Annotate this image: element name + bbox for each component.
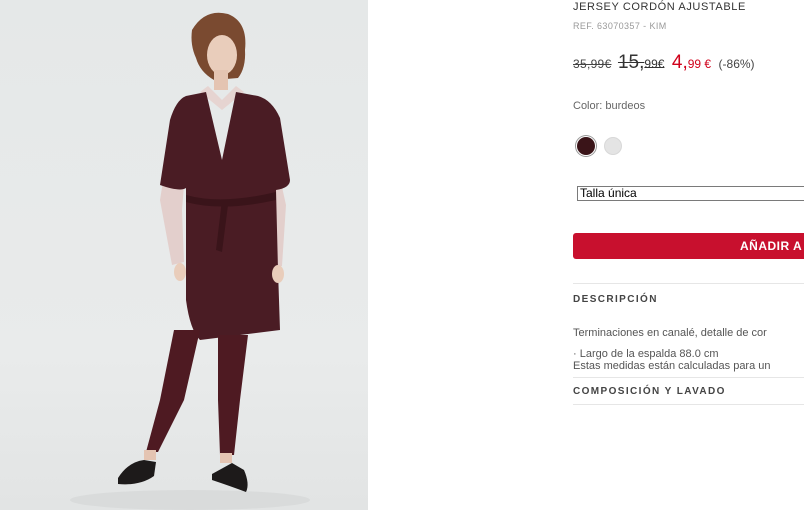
sale-price-cents: 99 €	[687, 57, 712, 71]
previous-price-main: 15,	[617, 52, 645, 73]
add-to-cart-button[interactable]: AÑADIR A	[573, 233, 804, 259]
color-label: Color: burdeos	[573, 100, 646, 112]
sale-price-main: 4,	[671, 52, 688, 73]
divider	[573, 283, 804, 284]
price-block: 35,99€ 15,99€ 4,99 € (-86%)	[573, 52, 755, 75]
color-swatch-burdeos[interactable]	[577, 137, 595, 155]
product-photo[interactable]	[0, 0, 368, 510]
previous-price: 15,99€	[618, 52, 664, 73]
composition-heading[interactable]: COMPOSICIÓN Y LAVADO	[573, 386, 726, 397]
measure-line-2: Estas medidas están calculadas para un	[573, 360, 771, 372]
product-title: JERSEY CORDÓN AJUSTABLE	[573, 1, 746, 13]
product-details: JERSEY CORDÓN AJUSTABLE REF. 63070357 - …	[573, 0, 804, 510]
measure-line-1: · Largo de la espalda 88.0 cm	[573, 348, 719, 360]
color-swatches	[577, 137, 622, 155]
model-figure-image	[70, 12, 310, 510]
discount-badge: (-86%)	[718, 57, 755, 71]
size-select[interactable]: Talla única	[577, 186, 804, 201]
description-heading[interactable]: DESCRIPCIÓN	[573, 294, 658, 305]
previous-price-cents: 99€	[644, 57, 665, 71]
divider	[573, 404, 804, 405]
sale-price: 4,99 €	[672, 52, 711, 73]
divider	[573, 377, 804, 378]
product-reference: REF. 63070357 - KIM	[573, 21, 667, 31]
description-text: Terminaciones en canalé, detalle de cor	[573, 327, 767, 339]
original-price: 35,99€	[573, 57, 612, 71]
color-swatch-blanco[interactable]	[604, 137, 622, 155]
